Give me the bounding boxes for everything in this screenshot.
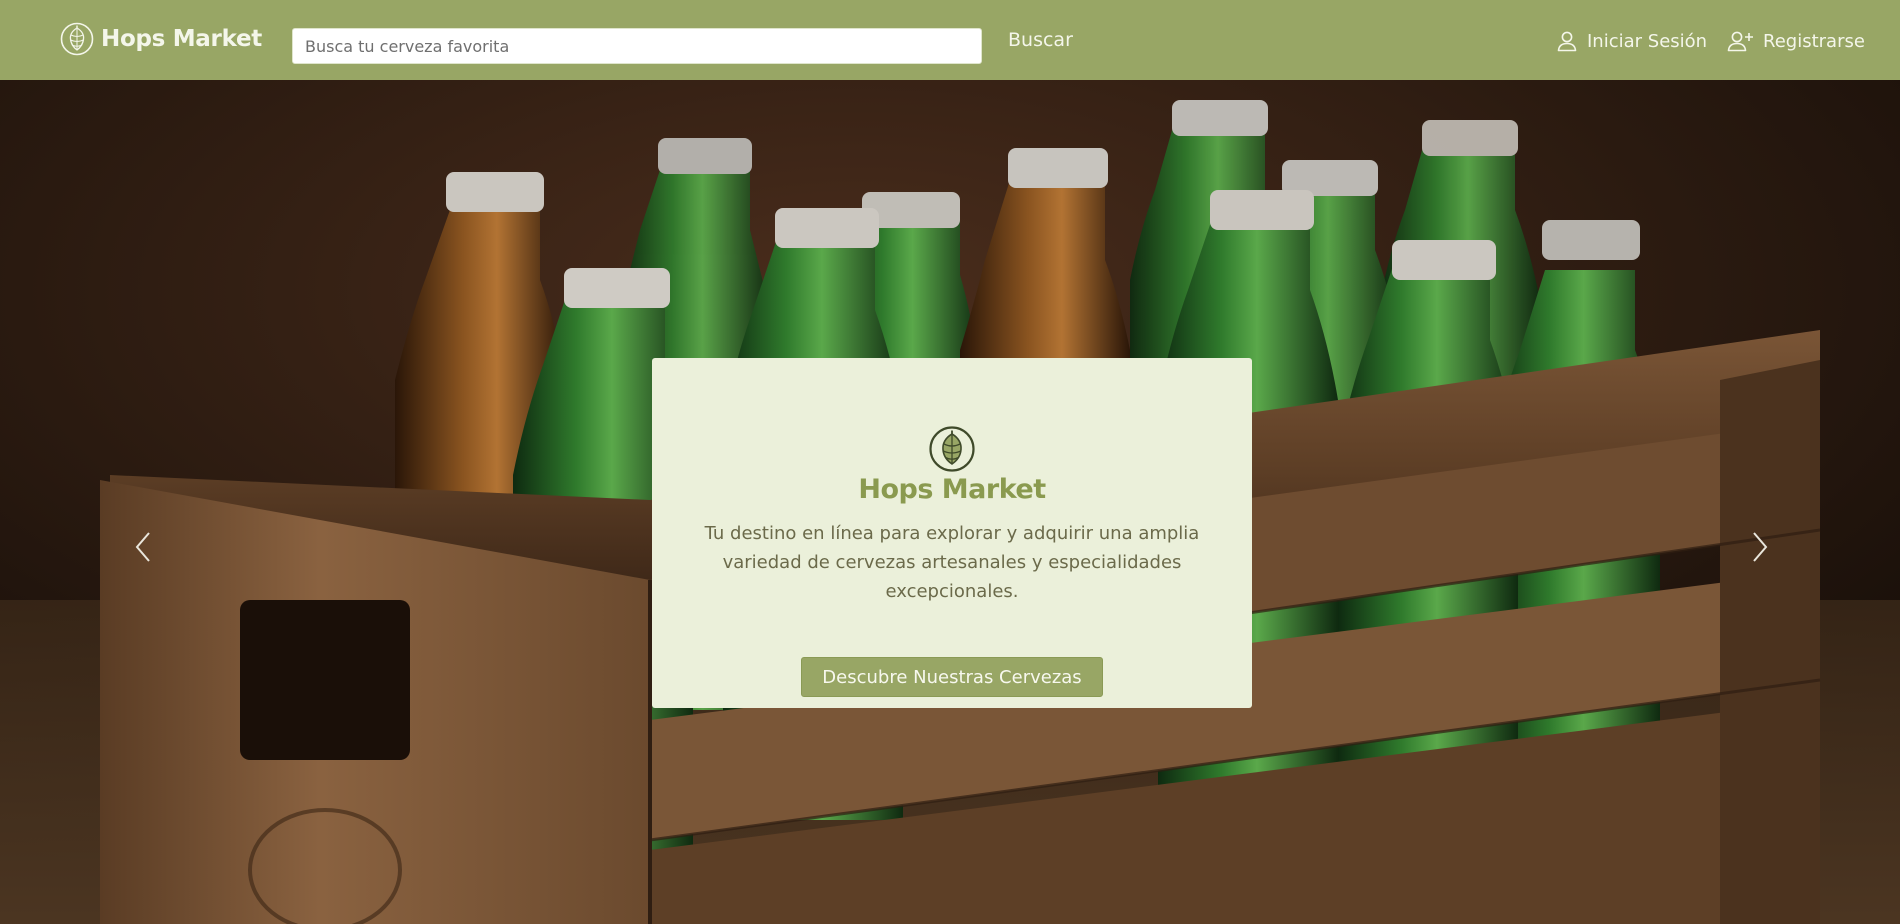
search-button[interactable]: Buscar xyxy=(1000,26,1081,54)
chevron-left-icon xyxy=(135,532,150,562)
hop-logo-icon xyxy=(929,426,975,472)
register-link[interactable]: Registrarse xyxy=(1727,27,1865,55)
login-link[interactable]: Iniciar Sesión xyxy=(1556,27,1707,55)
hero-description: Tu destino en línea para explorar y adqu… xyxy=(704,523,1200,602)
card-brand-name: Hops Market xyxy=(858,474,1046,505)
search-input[interactable] xyxy=(292,28,982,64)
top-navbar: Hops Market Buscar Iniciar Sesión Regist… xyxy=(0,0,1900,80)
login-label: Iniciar Sesión xyxy=(1587,30,1708,52)
brand-name: Hops Market xyxy=(101,26,262,52)
user-icon xyxy=(1557,31,1577,52)
hop-logo-icon xyxy=(60,22,94,56)
user-plus-icon xyxy=(1727,31,1753,52)
chevron-right-icon xyxy=(1753,532,1768,562)
carousel-prev-button[interactable] xyxy=(123,517,163,577)
discover-beers-button[interactable]: Descubre Nuestras Cervezas xyxy=(801,657,1103,697)
brand-link[interactable]: Hops Market xyxy=(60,22,262,56)
register-label: Registrarse xyxy=(1763,30,1865,52)
hero-welcome-card: Hops Market Tu destino en línea para exp… xyxy=(652,358,1252,708)
carousel-next-button[interactable] xyxy=(1740,517,1780,577)
